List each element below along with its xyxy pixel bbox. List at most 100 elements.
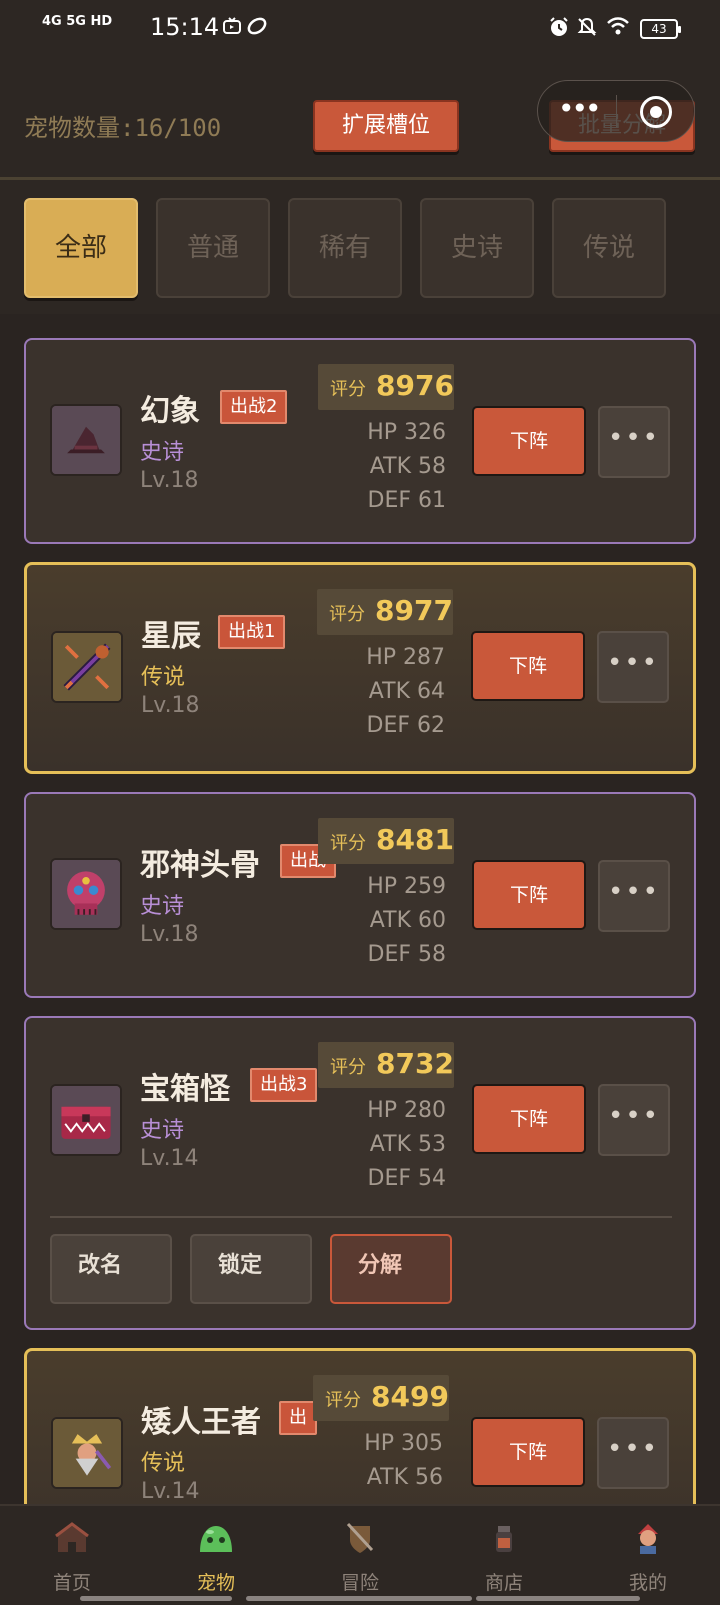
pet-level: Lv.18 [140,468,199,493]
pet-level: Lv.18 [141,693,200,718]
pet-level: Lv.14 [140,1146,199,1171]
pet-name: 宝箱怪 [140,1072,230,1107]
hp-stat: HP 305 [364,1431,443,1456]
close-circle-icon[interactable] [640,96,672,128]
mimic-chest-icon [50,1084,122,1156]
unequip-button[interactable]: 下阵 [471,631,585,701]
score-badge: 评分 8732 [318,1042,454,1088]
wifi-icon [606,16,630,41]
def-stat: DEF 61 [367,488,446,513]
tab-legendary[interactable]: 传说 [552,198,666,298]
house-icon [55,1522,89,1552]
nav-adventure[interactable]: 冒险 [288,1506,432,1605]
pet-card[interactable]: 邪神头骨 出战 史诗 Lv.18 评分 8481 HP 259 ATK 60 D… [24,792,696,998]
more-dots-icon[interactable]: ••• [558,95,602,123]
score-label: 评分 [330,379,366,400]
unequip-button[interactable]: 下阵 [472,406,586,476]
nav-shop-label: 商店 [484,1572,523,1594]
nav-pets-label: 宠物 [196,1572,235,1594]
def-stat: DEF 62 [366,713,445,738]
pet-name: 星辰 [141,619,201,654]
alarm-icon [548,16,570,43]
score-label: 评分 [330,833,366,854]
nav-profile-label: 我的 [628,1572,667,1594]
hp-stat: HP 259 [367,874,446,899]
slime-icon [200,1526,232,1552]
nav-pets[interactable]: 宠物 [144,1506,288,1605]
pet-card[interactable]: 宝箱怪 出战3 史诗 Lv.14 评分 8732 HP 280 ATK 53 D… [24,1016,696,1330]
atk-stat: ATK 64 [368,679,445,704]
rarity-filter-tabs: 全部 普通 稀有 史诗 传说 [0,180,720,314]
score-value: 8732 [376,1047,454,1080]
atk-stat: ATK 58 [369,454,446,479]
hp-stat: HP 287 [366,645,445,670]
tv-app-icon [222,16,242,41]
pet-rarity: 史诗 [140,894,185,919]
nav-shop[interactable]: 商店 [432,1506,576,1605]
unequip-button[interactable]: 下阵 [472,1084,586,1154]
shield-sword-icon [346,1522,374,1553]
hp-stat: HP 280 [367,1098,446,1123]
tab-rare[interactable]: 稀有 [288,198,402,298]
tab-all[interactable]: 全部 [24,198,138,298]
more-options-button[interactable]: ••• [598,1084,670,1156]
miniprogram-capsule: ••• [537,80,695,142]
score-badge: 评分 8481 [318,818,454,864]
score-badge: 评分 8976 [318,364,454,410]
nav-home[interactable]: 首页 [0,1506,144,1605]
rename-button[interactable]: 改名 [50,1234,172,1304]
pet-rarity: 史诗 [140,1118,185,1143]
more-options-button[interactable]: ••• [598,406,670,478]
unequip-button[interactable]: 下阵 [471,1417,585,1487]
more-options-button[interactable]: ••• [597,1417,669,1489]
pet-card[interactable]: 幻象 出战2 史诗 Lv.18 评分 8976 HP 326 ATK 58 DE… [24,338,696,544]
leaf-app-icon [246,16,268,41]
star-staff-icon [51,631,123,703]
unequip-button[interactable]: 下阵 [472,860,586,930]
def-stat: DEF 58 [367,942,446,967]
atk-stat: ATK 53 [369,1132,446,1157]
score-label: 评分 [325,1390,361,1411]
pet-rarity: 史诗 [140,440,185,465]
pet-card[interactable]: 矮人王者 出 传说 Lv.14 评分 8499 HP 305 ATK 56 下阵… [24,1348,696,1504]
pet-card[interactable]: 星辰 出战1 传说 Lv.18 评分 8977 HP 287 ATK 64 DE… [24,562,696,774]
score-badge: 评分 8977 [317,589,453,635]
more-options-button[interactable]: ••• [598,860,670,932]
def-stat: DEF 54 [367,1166,446,1191]
pet-rarity: 传说 [141,1451,186,1476]
pet-level: Lv.18 [140,922,199,947]
decompose-button[interactable]: 分解 [330,1234,452,1304]
pet-rarity: 传说 [141,665,186,690]
expand-slots-button[interactable]: 扩展槽位 [313,100,459,152]
evil-skull-icon [50,858,122,930]
potion-icon [496,1526,512,1552]
pet-name: 幻象 [140,394,200,429]
home-indicator [476,1596,640,1601]
more-options-button[interactable]: ••• [597,631,669,703]
tab-epic[interactable]: 史诗 [420,198,534,298]
nav-profile[interactable]: 我的 [576,1506,720,1605]
score-label: 评分 [330,1057,366,1078]
deploy-tag: 出战3 [250,1068,318,1102]
bottom-navigation: 首页 宠物 冒险 商店 我的 [0,1504,720,1605]
capsule-divider [616,95,617,127]
score-badge: 评分 8499 [313,1375,449,1421]
score-value: 8481 [376,823,454,856]
score-value: 8977 [375,594,453,627]
atk-stat: ATK 56 [366,1465,443,1490]
score-value: 8499 [371,1380,449,1413]
status-bar: 4G 5G HD 15:14 43 [0,0,720,56]
hp-stat: HP 326 [367,420,446,445]
network-indicator: 4G 5G HD [42,14,113,29]
pet-page: 4G 5G HD 15:14 43 宠物数量:16/100 扩展槽位 批量分解 … [0,0,720,1605]
lock-button[interactable]: 锁定 [190,1234,312,1304]
clock: 15:14 [150,13,220,41]
pet-list: 幻象 出战2 史诗 Lv.18 评分 8976 HP 326 ATK 58 DE… [0,314,720,1504]
tab-common[interactable]: 普通 [156,198,270,298]
pet-count: 宠物数量:16/100 [24,114,222,142]
deploy-tag: 出战1 [218,615,286,649]
nav-adventure-label: 冒险 [340,1572,379,1594]
pet-level: Lv.14 [141,1479,200,1504]
header: 宠物数量:16/100 扩展槽位 批量分解 ••• [0,56,720,180]
pet-name: 矮人王者 [141,1405,261,1440]
